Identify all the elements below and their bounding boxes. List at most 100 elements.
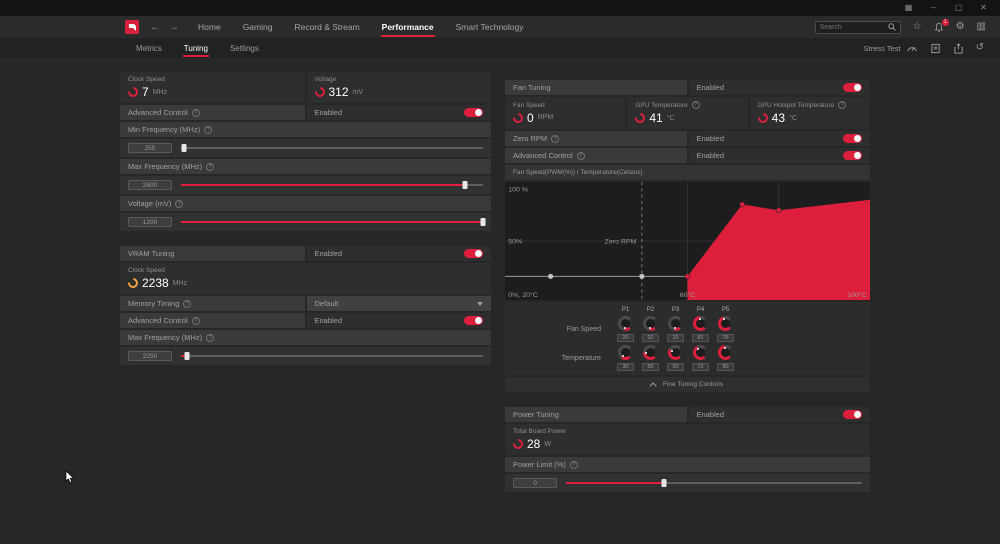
nav-item-performance[interactable]: Performance: [371, 16, 445, 38]
info-icon[interactable]: [692, 101, 700, 109]
nav-item-record-stream[interactable]: Record & Stream: [283, 16, 370, 38]
chevron-up-icon: [650, 382, 657, 389]
vram-tuning-toggle[interactable]: [464, 249, 483, 258]
fan-tuning-state-row: Enabled: [689, 80, 871, 95]
tab-settings[interactable]: Settings: [219, 38, 270, 58]
favorites-icon[interactable]: ☆: [913, 22, 922, 32]
gpu-advanced-control-toggle[interactable]: [464, 108, 483, 117]
knob-value-box[interactable]: 72: [692, 363, 709, 371]
chevron-down-icon: [477, 302, 483, 306]
power-tuning-panel: Power Tuning Enabled Total Board Power 2…: [505, 407, 870, 492]
fan-tuning-toggle[interactable]: [843, 83, 862, 92]
knob-column-header: P4: [688, 307, 713, 313]
vram-tuning-state-row: Enabled: [307, 246, 492, 261]
reset-icon[interactable]: ↺: [976, 43, 984, 53]
info-icon[interactable]: [577, 152, 585, 160]
knob-value-box[interactable]: 30: [617, 363, 634, 371]
report-icon[interactable]: [930, 43, 941, 54]
back-icon[interactable]: ←: [150, 22, 160, 33]
tuning-knob[interactable]: [668, 345, 683, 360]
info-icon[interactable]: [192, 317, 200, 325]
forward-icon[interactable]: →: [169, 22, 179, 33]
tuning-knob[interactable]: [693, 316, 708, 331]
knob-value-box[interactable]: 20: [667, 334, 684, 342]
knob-value-box[interactable]: 20: [617, 334, 634, 342]
search-field[interactable]: [820, 24, 885, 31]
notifications-icon[interactable]: 1: [934, 22, 944, 33]
layout-icon[interactable]: ▥: [977, 22, 986, 32]
knob-value-box[interactable]: 80: [717, 363, 734, 371]
knob-value-box[interactable]: 60: [667, 363, 684, 371]
search-input[interactable]: [815, 21, 901, 34]
power-tuning-toggle[interactable]: [843, 410, 862, 419]
tuning-knob[interactable]: [718, 316, 733, 331]
max-frequency-input[interactable]: 2800: [128, 180, 172, 190]
svg-text:60°C: 60°C: [680, 291, 696, 299]
maximize-button[interactable]: ▢: [946, 0, 971, 16]
amd-logo[interactable]: [125, 20, 139, 34]
slider-handle[interactable]: [462, 181, 467, 189]
info-icon[interactable]: [570, 461, 578, 469]
power-limit-slider[interactable]: [566, 478, 862, 488]
power-limit-input[interactable]: 0: [513, 478, 557, 488]
close-button[interactable]: ✕: [971, 0, 996, 16]
slider-handle[interactable]: [182, 144, 187, 152]
apps-icon[interactable]: ▦: [896, 0, 921, 16]
info-icon[interactable]: [206, 163, 214, 171]
nav-item-home[interactable]: Home: [187, 16, 232, 38]
tuning-knob[interactable]: [618, 316, 633, 331]
gauge-icon: [511, 110, 525, 124]
vram-max-frequency-slider[interactable]: [181, 351, 483, 361]
fine-tuning-collapse[interactable]: Fine Tuning Controls: [505, 377, 870, 392]
minimize-button[interactable]: –: [921, 0, 946, 16]
vram-advanced-control-toggle[interactable]: [464, 316, 483, 325]
gauge-icon: [511, 437, 525, 451]
fan-speed-gauge: Fan Speed 0RPM: [505, 97, 625, 129]
info-icon[interactable]: [551, 135, 559, 143]
tuning-knob[interactable]: [643, 345, 658, 360]
info-icon[interactable]: [838, 101, 846, 109]
stress-test-button[interactable]: Stress Test: [864, 43, 918, 53]
settings-icon[interactable]: ⚙: [956, 22, 965, 32]
titlebar: ▦ – ▢ ✕: [0, 0, 1000, 16]
knob-value-box[interactable]: 81: [692, 334, 709, 342]
vram-max-frequency-input[interactable]: 2250: [128, 351, 172, 361]
power-tuning-state-row: Enabled: [689, 407, 871, 422]
slider-handle[interactable]: [185, 352, 190, 360]
knob-value-box[interactable]: 76: [717, 334, 734, 342]
min-frequency-slider[interactable]: [181, 143, 483, 153]
voltage-input[interactable]: 1200: [128, 217, 172, 227]
nav-item-smart-technology[interactable]: Smart Technology: [445, 16, 535, 38]
tuning-knob[interactable]: [643, 316, 658, 331]
tab-tuning[interactable]: Tuning: [173, 38, 219, 58]
knob-value-box[interactable]: 20: [642, 334, 659, 342]
zero-rpm-toggle[interactable]: [843, 134, 862, 143]
gauge-icon: [126, 85, 140, 99]
info-icon[interactable]: [183, 300, 191, 308]
fan-curve-chart[interactable]: 100 %50%0%, 20°C60°C100°CZero RPM: [505, 182, 870, 300]
search-icon: [888, 23, 896, 31]
min-frequency-input[interactable]: 255: [128, 143, 172, 153]
tuning-knob[interactable]: [668, 316, 683, 331]
vram-tuning-panel: VRAM Tuning Enabled Clock Speed 2238MHz …: [120, 246, 491, 365]
slider-handle[interactable]: [661, 479, 666, 487]
tuning-knob[interactable]: [618, 345, 633, 360]
zero-rpm-row: Enabled: [689, 131, 871, 146]
knob-value-box[interactable]: 50: [642, 363, 659, 371]
tuning-knob[interactable]: [718, 345, 733, 360]
zero-rpm-label: Zero RPM: [505, 131, 687, 146]
max-frequency-slider[interactable]: [181, 180, 483, 190]
nav-item-gaming[interactable]: Gaming: [232, 16, 284, 38]
export-icon[interactable]: [953, 43, 964, 54]
info-icon[interactable]: [192, 109, 200, 117]
vram-advanced-control-row: Enabled: [307, 313, 492, 328]
tab-metrics[interactable]: Metrics: [125, 38, 173, 58]
slider-handle[interactable]: [481, 218, 486, 226]
info-icon[interactable]: [175, 200, 183, 208]
tuning-knob[interactable]: [693, 345, 708, 360]
info-icon[interactable]: [204, 126, 212, 134]
fan-advanced-control-toggle[interactable]: [843, 151, 862, 160]
voltage-slider[interactable]: [181, 217, 483, 227]
memory-timing-dropdown[interactable]: Default: [307, 296, 492, 311]
info-icon[interactable]: [206, 334, 214, 342]
